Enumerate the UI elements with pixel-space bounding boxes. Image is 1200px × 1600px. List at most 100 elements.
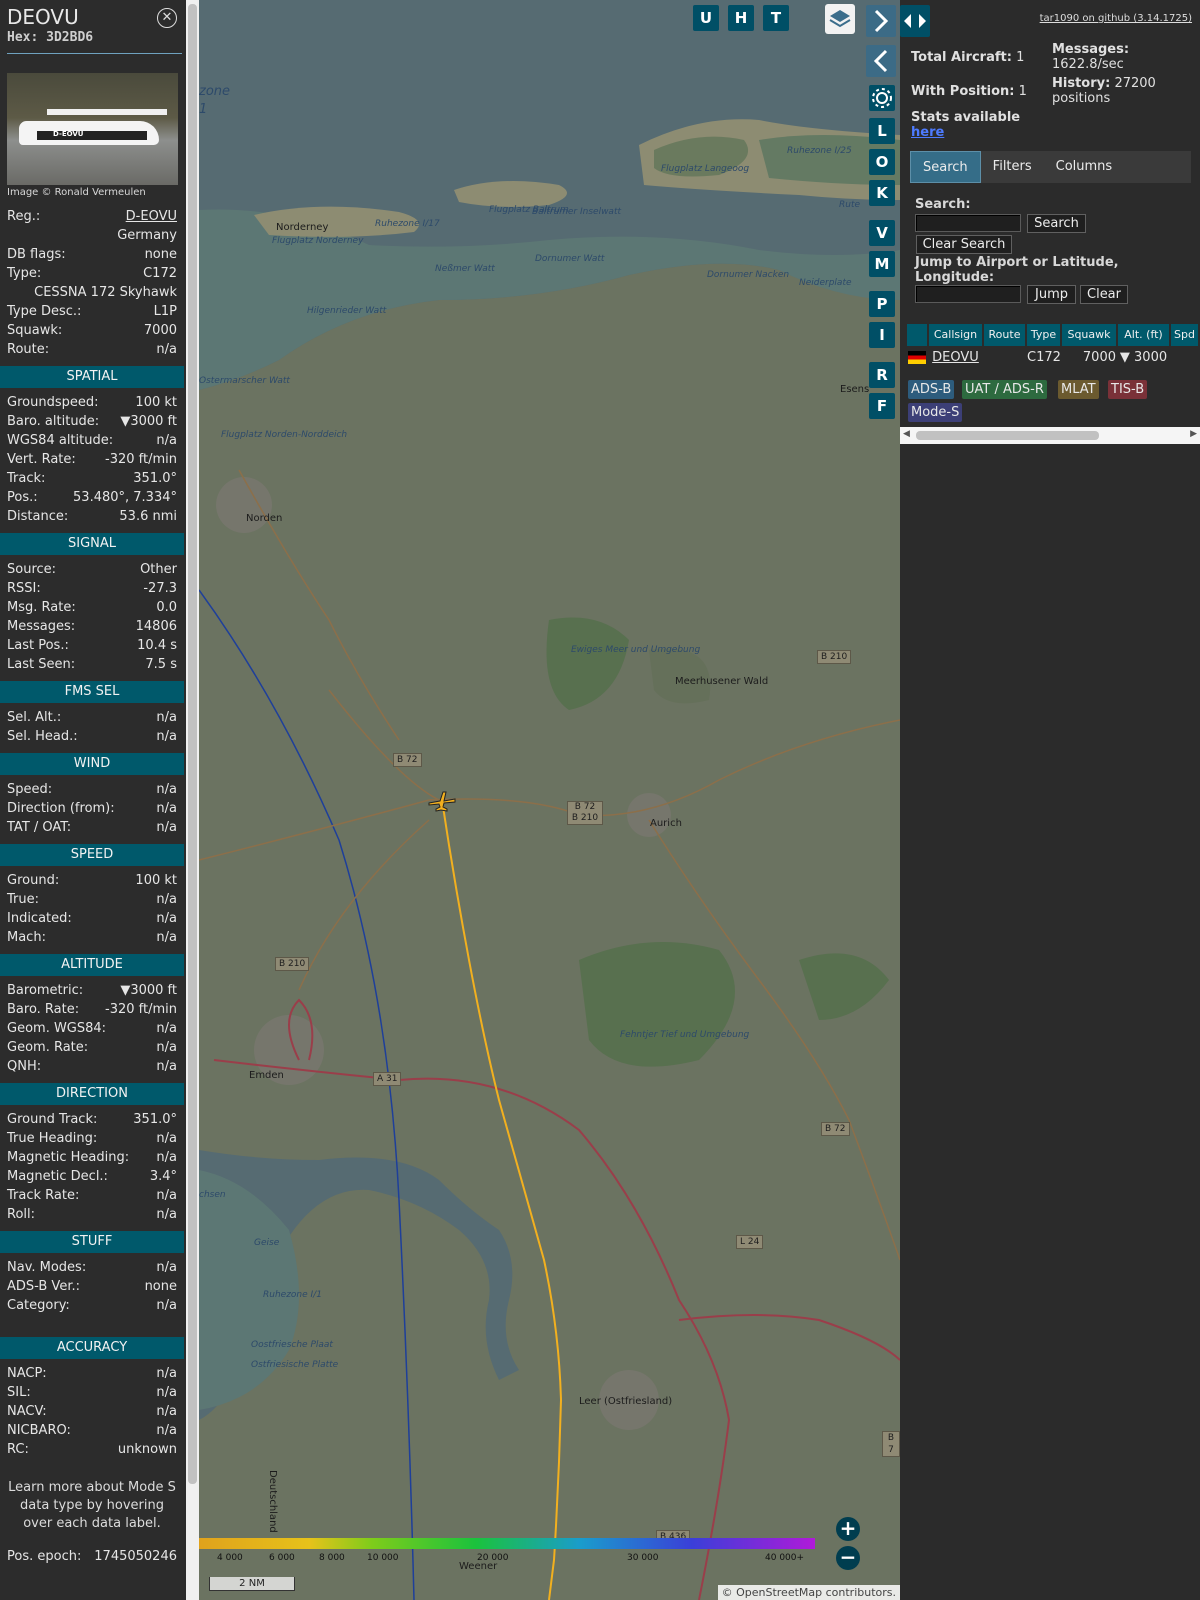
field-label[interactable]: Vert. Rate: xyxy=(7,450,76,469)
legend-tis-b[interactable]: TIS-B xyxy=(1108,380,1148,399)
field-label[interactable]: Ground: xyxy=(7,871,59,890)
map-view[interactable]: Norderney Flugplatz Norderney Ruhezone I/1… xyxy=(199,0,900,1600)
field-label[interactable]: RC: xyxy=(7,1440,29,1459)
map-button-h[interactable]: H xyxy=(728,5,754,31)
info-label[interactable]: Route: xyxy=(7,340,49,359)
field-label[interactable]: Speed: xyxy=(7,780,52,799)
jump-button[interactable]: Jump xyxy=(1027,285,1076,304)
stats-link[interactable]: here xyxy=(911,125,944,140)
field-label[interactable]: Nav. Modes: xyxy=(7,1258,86,1277)
field-label[interactable]: QNH: xyxy=(7,1057,41,1076)
map-attribution[interactable]: © OpenStreetMap contributors. xyxy=(717,1585,900,1600)
field-label[interactable]: Track Rate: xyxy=(7,1186,79,1205)
search-input[interactable] xyxy=(915,214,1021,232)
field-label[interactable]: Track: xyxy=(7,469,45,488)
field-label[interactable]: Geom. Rate: xyxy=(7,1038,88,1057)
table-hscrollbar-thumb[interactable] xyxy=(916,431,1099,440)
map-button-f[interactable]: F xyxy=(869,393,895,419)
scroll-left-icon[interactable]: ◀ xyxy=(903,429,910,439)
field-label[interactable]: Last Seen: xyxy=(7,655,75,674)
chevron-left-icon[interactable] xyxy=(866,45,896,77)
tab-search[interactable]: Search xyxy=(910,151,981,183)
map-button-k[interactable]: K xyxy=(869,180,895,206)
field-label[interactable]: NACP: xyxy=(7,1364,47,1383)
col-route[interactable]: Route xyxy=(984,324,1025,346)
tab-columns[interactable]: Columns xyxy=(1044,151,1125,183)
field-label[interactable]: Category: xyxy=(7,1296,70,1315)
field-label[interactable]: Messages: xyxy=(7,617,75,636)
info-label[interactable]: Squawk: xyxy=(7,321,62,340)
field-label[interactable]: Distance: xyxy=(7,507,68,526)
table-row[interactable]: DEOVU C172 7000 ▼ 3000 xyxy=(907,348,1200,368)
legend-mode-s[interactable]: Mode-S xyxy=(908,403,963,422)
field-label[interactable]: RSSI: xyxy=(7,579,41,598)
field-label[interactable]: True Heading: xyxy=(7,1129,97,1148)
table-hscrollbar[interactable]: ◀ ▶ xyxy=(900,427,1200,444)
field-label[interactable]: NICBARO: xyxy=(7,1421,71,1440)
legend-mlat[interactable]: MLAT xyxy=(1058,380,1099,399)
field-label[interactable]: Geom. WGS84: xyxy=(7,1019,106,1038)
info-label[interactable]: Type Desc.: xyxy=(7,302,81,321)
clear-search-button[interactable]: Clear Search xyxy=(916,235,1012,254)
col-speed[interactable]: Spd xyxy=(1171,324,1198,346)
col-altitude[interactable]: Alt. (ft) xyxy=(1118,324,1169,346)
map-button-t[interactable]: T xyxy=(763,5,789,31)
layers-icon[interactable] xyxy=(825,4,855,34)
map-button-r[interactable]: R xyxy=(869,362,895,388)
map-button-o[interactable]: O xyxy=(869,149,895,175)
field-label[interactable]: Magnetic Decl.: xyxy=(7,1167,108,1186)
map-button-v[interactable]: V xyxy=(869,220,895,246)
map-button-p[interactable]: P xyxy=(869,291,895,317)
field-label[interactable]: Baro. altitude: xyxy=(7,412,99,431)
info-value[interactable]: D-EOVU xyxy=(126,207,177,226)
field-label[interactable]: Groundspeed: xyxy=(7,393,98,412)
info-label[interactable]: Reg.: xyxy=(7,207,40,226)
field-label[interactable]: Magnetic Heading: xyxy=(7,1148,129,1167)
field-label[interactable]: Roll: xyxy=(7,1205,35,1224)
expand-horizontal-icon[interactable] xyxy=(900,5,930,37)
map-button-u[interactable]: U xyxy=(693,5,719,31)
tab-filters[interactable]: Filters xyxy=(981,151,1044,183)
plus-icon[interactable]: + xyxy=(836,1517,860,1541)
aircraft-marker-icon[interactable] xyxy=(427,790,457,812)
aircraft-photo[interactable]: D-EOVU xyxy=(7,73,178,185)
gear-icon[interactable] xyxy=(869,85,895,111)
col-type[interactable]: Type xyxy=(1027,324,1060,346)
chevron-right-icon[interactable] xyxy=(866,5,896,37)
col-flag[interactable] xyxy=(907,324,927,346)
field-label[interactable]: True: xyxy=(7,890,39,909)
field-label[interactable]: Indicated: xyxy=(7,909,72,928)
col-squawk[interactable]: Squawk xyxy=(1062,324,1116,346)
field-label[interactable]: Sel. Head.: xyxy=(7,727,78,746)
field-label[interactable]: Barometric: xyxy=(7,981,83,1000)
field-label[interactable]: Sel. Alt.: xyxy=(7,708,61,727)
close-icon[interactable]: ✕ xyxy=(157,8,177,28)
field-label[interactable]: Pos.: xyxy=(7,488,38,507)
scroll-right-icon[interactable]: ▶ xyxy=(1190,429,1197,439)
github-link[interactable]: tar1090 on github (3.14.1725) xyxy=(1040,13,1192,24)
field-label[interactable]: ADS-B Ver.: xyxy=(7,1277,80,1296)
field-label[interactable]: Baro. Rate: xyxy=(7,1000,79,1019)
field-label[interactable]: SIL: xyxy=(7,1383,31,1402)
field-label[interactable]: Source: xyxy=(7,560,56,579)
info-scrollbar-thumb[interactable] xyxy=(188,4,197,1484)
col-callsign[interactable]: Callsign xyxy=(929,324,982,346)
field-label[interactable]: WGS84 altitude: xyxy=(7,431,113,450)
field-label[interactable]: Msg. Rate: xyxy=(7,598,76,617)
map-button-m[interactable]: M xyxy=(869,251,895,277)
map-button-l[interactable]: L xyxy=(869,118,895,144)
clear-button[interactable]: Clear xyxy=(1080,285,1128,304)
legend-uat-ads-r[interactable]: UAT / ADS-R xyxy=(962,380,1047,399)
search-button[interactable]: Search xyxy=(1027,214,1086,233)
info-scrollbar[interactable] xyxy=(186,0,199,1600)
info-label[interactable]: DB flags: xyxy=(7,245,66,264)
jump-input[interactable] xyxy=(915,285,1021,303)
field-label[interactable]: Last Pos.: xyxy=(7,636,69,655)
field-label[interactable]: Direction (from): xyxy=(7,799,115,818)
field-label[interactable]: Mach: xyxy=(7,928,46,947)
legend-ads-b[interactable]: ADS-B xyxy=(908,380,955,399)
map-button-i[interactable]: I xyxy=(869,322,895,348)
info-label[interactable]: Type: xyxy=(7,264,41,283)
field-label[interactable]: TAT / OAT: xyxy=(7,818,71,837)
field-label[interactable]: Ground Track: xyxy=(7,1110,97,1129)
